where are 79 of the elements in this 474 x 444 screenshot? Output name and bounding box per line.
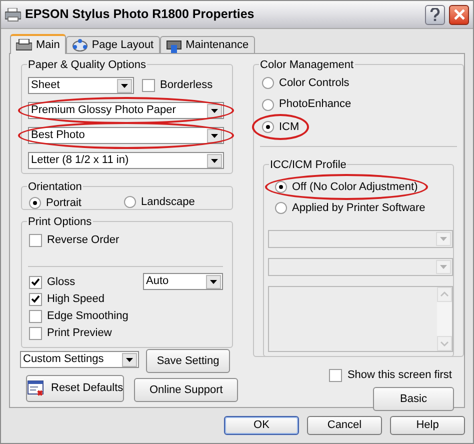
tab-label: Page Layout <box>92 38 154 53</box>
dropdown-value: Custom Settings <box>23 352 104 368</box>
radio-label: PhotoEnhance <box>279 97 352 112</box>
window-title: EPSON Stylus Photo R1800 Properties <box>25 6 256 24</box>
checkbox[interactable] <box>29 292 42 306</box>
dropdown[interactable]: Custom Settings <box>20 351 139 368</box>
tab-label: Main <box>36 38 60 53</box>
radio-label: Portrait <box>46 196 82 211</box>
checkbox-label: Show this screen first <box>347 368 452 383</box>
page-layout-icon <box>72 38 88 52</box>
radio-button[interactable] <box>262 121 274 133</box>
radio-button[interactable] <box>275 202 287 214</box>
help-button[interactable] <box>425 4 445 24</box>
checkbox-label: Reverse Order <box>47 232 120 248</box>
dropdown-value: Letter (8 1/2 x 11 in) <box>31 153 129 168</box>
radio-label: Landscape <box>141 194 195 210</box>
caret-icon <box>121 84 128 88</box>
checkbox-label: Print Preview <box>47 326 112 341</box>
checkbox[interactable] <box>29 234 42 246</box>
checkbox[interactable] <box>29 310 42 322</box>
button[interactable]: Reset Defaults <box>26 375 124 402</box>
dropdown-value: Best Photo <box>31 128 85 144</box>
tab[interactable]: Maintenance <box>160 36 255 53</box>
button[interactable]: Basic <box>373 387 454 411</box>
dropdown[interactable]: Premium Glossy Photo Paper <box>28 102 224 119</box>
dialog-button[interactable]: OK <box>224 416 299 435</box>
checkbox-label: Gloss <box>47 274 76 290</box>
maintenance-icon <box>166 38 182 52</box>
radio-label: Color Controls <box>279 76 350 91</box>
checkbox[interactable] <box>329 368 342 382</box>
dropdown-arrow-button[interactable] <box>207 128 222 142</box>
dropdown-value: Auto <box>146 274 169 290</box>
dropdown-value: Premium Glossy Photo Paper <box>31 103 176 118</box>
caret-icon <box>211 158 218 162</box>
checkbox-label: High Speed <box>47 292 104 307</box>
caret-icon <box>211 108 218 112</box>
checkbox[interactable] <box>142 79 155 92</box>
dropdown-arrow-button[interactable] <box>117 78 132 92</box>
radio-button[interactable] <box>29 197 41 209</box>
dialog-button[interactable]: Help <box>390 416 465 435</box>
radio-label: ICM <box>279 120 300 135</box>
printer-icon <box>16 38 32 52</box>
caret-icon <box>126 358 133 362</box>
tab[interactable]: Page Layout <box>66 36 160 53</box>
checkbox[interactable] <box>29 326 42 340</box>
dropdown-arrow-button[interactable] <box>207 154 222 168</box>
radio-button[interactable] <box>262 98 274 110</box>
caret-icon <box>440 236 447 240</box>
dropdown-value: Sheet <box>31 78 60 94</box>
button[interactable]: Online Support <box>134 378 238 402</box>
dropdown[interactable]: Best Photo <box>28 127 224 144</box>
group-title: Paper & Quality Options <box>27 57 148 74</box>
caret-icon <box>440 264 447 268</box>
dropdown-arrow-button[interactable] <box>122 352 137 366</box>
tab-label: Maintenance <box>186 38 249 53</box>
caret-icon <box>211 134 218 138</box>
dropdown[interactable]: Letter (8 1/2 x 11 in) <box>28 152 224 169</box>
button[interactable]: Save Setting <box>146 349 230 373</box>
dialog-button[interactable]: Cancel <box>307 416 382 435</box>
tab[interactable]: Main <box>10 34 66 54</box>
caret-icon <box>210 280 217 284</box>
question-mark-icon <box>430 8 440 21</box>
dropdown-arrow-button[interactable] <box>207 104 222 118</box>
group-title: Print Options <box>27 214 93 230</box>
radio-button[interactable] <box>262 77 274 89</box>
radio-button[interactable] <box>275 181 287 193</box>
checkbox-label: Edge Smoothing <box>47 308 128 324</box>
radio-label: Off (No Color Adjustment) <box>292 180 418 195</box>
dropdown[interactable]: Sheet <box>28 77 134 94</box>
checkbox-label: Borderless <box>160 78 213 94</box>
close-button[interactable] <box>449 4 469 24</box>
radio-label: Applied by Printer Software <box>292 200 426 216</box>
group-title: Color Management <box>259 57 355 74</box>
close-icon <box>454 9 464 20</box>
dropdown[interactable]: Auto <box>143 273 223 290</box>
printer-icon <box>5 8 21 22</box>
radio-button[interactable] <box>124 196 136 208</box>
dropdown-arrow-button[interactable] <box>206 274 221 288</box>
checkbox[interactable] <box>29 276 42 288</box>
